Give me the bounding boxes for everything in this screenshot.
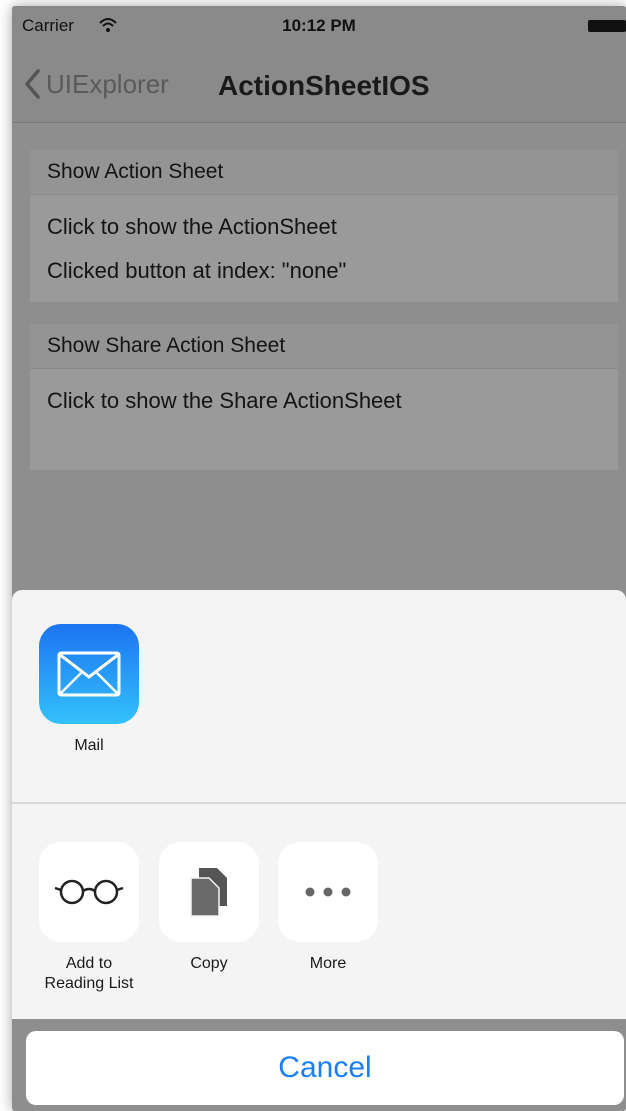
- section-header: Show Share Action Sheet: [30, 324, 618, 369]
- share-app-label: Mail: [74, 737, 104, 754]
- action-label: Add to Reading List: [44, 955, 134, 992]
- back-button-label: UIExplorer: [46, 68, 169, 99]
- mail-icon: [39, 624, 139, 724]
- share-sheet: Mail Add to Reading List Copy More: [12, 590, 626, 1019]
- share-apps-row: Mail: [12, 590, 626, 804]
- cancel-button[interactable]: Cancel: [26, 1031, 624, 1105]
- envelope-icon: [57, 651, 121, 697]
- show-share-action-sheet-row[interactable]: Click to show the Share ActionSheet: [30, 369, 618, 429]
- glasses-icon: [39, 842, 139, 942]
- share-actions-row: Add to Reading List Copy More: [12, 804, 626, 1019]
- clicked-index-text: Clicked button at index: "none": [47, 258, 347, 283]
- page-title: ActionSheetIOS: [218, 70, 430, 101]
- chevron-left-icon: [25, 69, 40, 99]
- action-copy[interactable]: Copy: [158, 842, 260, 974]
- section-header: Show Action Sheet: [30, 150, 618, 195]
- copy-icon: [159, 842, 259, 942]
- action-add-to-reading-list[interactable]: Add to Reading List: [38, 842, 140, 994]
- more-dots-icon: [278, 842, 378, 942]
- navigation-bar: UIExplorer ActionSheetIOS: [12, 46, 626, 123]
- status-bar: Carrier 10:12 PM: [12, 6, 626, 46]
- section-show-action-sheet: Show Action Sheet Click to show the Acti…: [30, 150, 618, 302]
- action-more[interactable]: More: [277, 842, 379, 974]
- device-screen: Carrier 10:12 PM UIExplorer ActionSheetI…: [12, 6, 626, 1111]
- action-label: Copy: [190, 955, 228, 972]
- show-action-sheet-row[interactable]: Click to show the ActionSheet: [30, 195, 618, 249]
- action-label: More: [309, 955, 347, 972]
- status-time: 10:12 PM: [282, 16, 356, 35]
- back-button[interactable]: UIExplorer: [24, 62, 169, 106]
- section-show-share-action-sheet: Show Share Action Sheet Click to show th…: [30, 324, 618, 470]
- battery-icon: [588, 20, 626, 32]
- share-app-mail[interactable]: Mail: [38, 624, 140, 756]
